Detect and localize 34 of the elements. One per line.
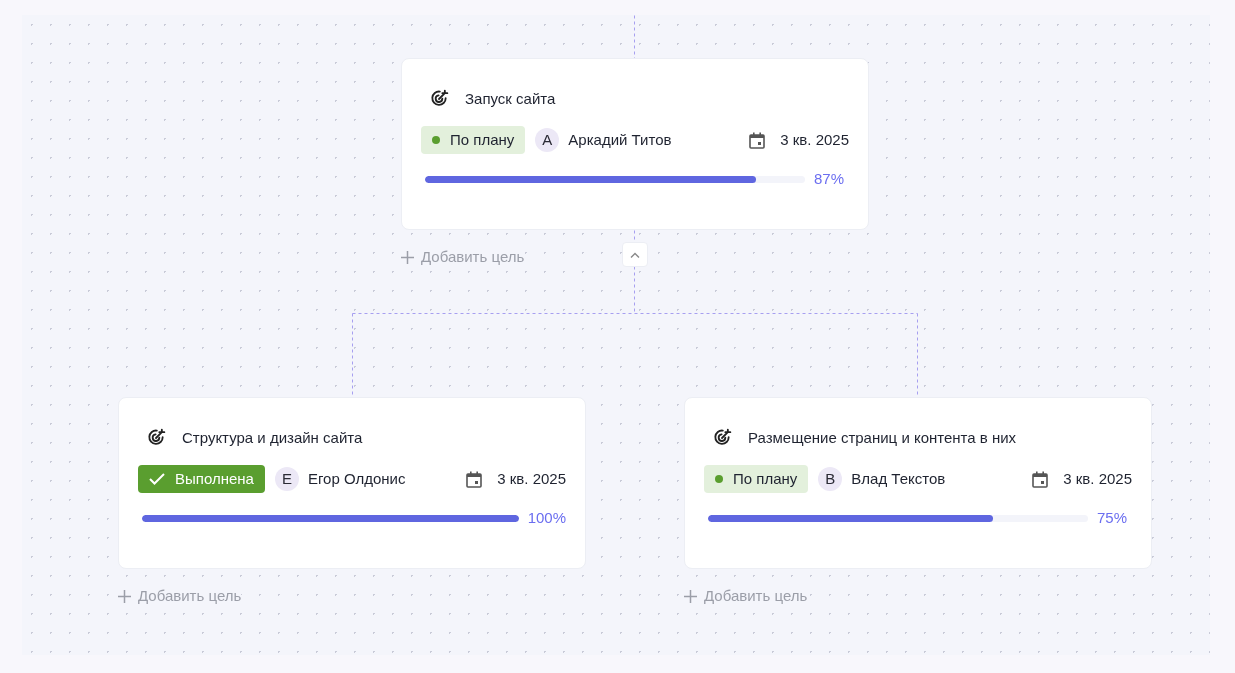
avatar: А [535, 128, 560, 152]
progress-percent: 75% [1097, 507, 1128, 528]
period-label: 3 кв. 2025 [497, 468, 566, 489]
caret-up-icon [630, 251, 640, 258]
avatar: В [818, 467, 843, 491]
goal-card[interactable]: Размещение страниц и контента в них По плану В Влад Текстов 3 кв. 2025 75% [684, 397, 1152, 569]
avatar: Е [274, 467, 299, 491]
plus-icon [118, 589, 131, 603]
owner-name: Аркадий Титов [568, 129, 672, 150]
dot-icon [715, 475, 723, 483]
owner-name: Влад Текстов [851, 468, 946, 489]
plus-icon [401, 250, 414, 264]
calendar-icon [1032, 470, 1049, 488]
status-badge[interactable]: По плану [704, 465, 809, 493]
calendar-icon [749, 131, 766, 149]
goal-title: Размещение страниц и контента в них [748, 427, 1017, 448]
period-label: 3 кв. 2025 [1063, 468, 1132, 489]
progress-percent: 87% [814, 168, 845, 189]
period-label: 3 кв. 2025 [780, 129, 849, 150]
owner-name: Егор Олдонис [307, 468, 406, 489]
calendar-icon [466, 470, 483, 488]
target-icon [146, 428, 166, 448]
target-icon [429, 89, 449, 109]
progress-percent: 100% [527, 507, 566, 528]
status-badge[interactable]: По плану [421, 126, 526, 154]
dot-icon [432, 136, 440, 144]
target-icon [712, 428, 732, 448]
goal-card[interactable]: Структура и дизайн сайта Выполнена Е Егор Олдонис 3 кв. 2025 100% [118, 397, 586, 569]
plus-icon [684, 589, 697, 603]
goal-card[interactable]: Запуск сайта По плану А Аркадий Титов 3 кв. 2025 87% [401, 58, 869, 230]
goal-title: Структура и дизайн сайта [182, 427, 363, 448]
goal-title: Запуск сайта [465, 88, 556, 109]
check-icon [149, 473, 165, 485]
collapse-button[interactable] [622, 242, 648, 267]
